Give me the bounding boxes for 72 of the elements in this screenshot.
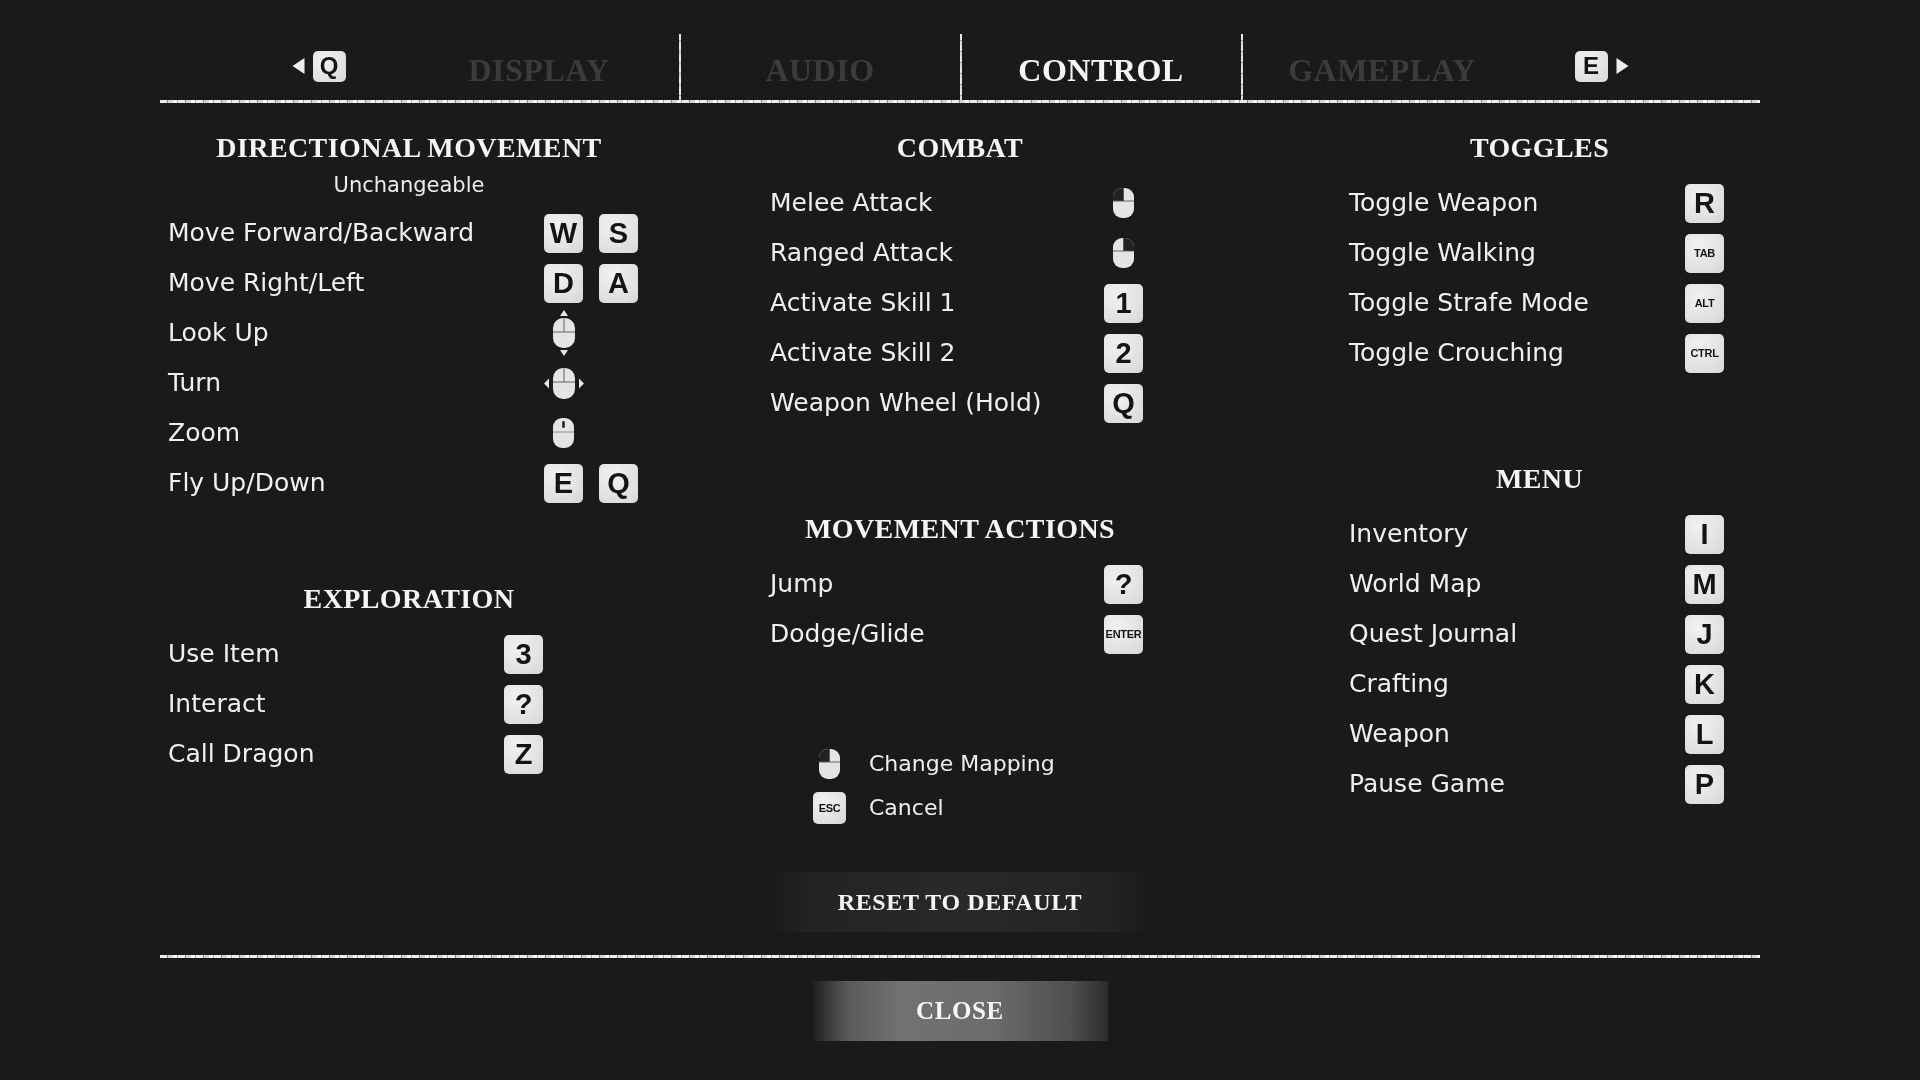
section-heading: TOGGLES <box>1469 131 1610 165</box>
key-cap: K <box>1685 664 1724 704</box>
mouse-right-click-icon <box>1113 238 1134 268</box>
key-cap: Z <box>504 734 543 774</box>
action-label: Zoom <box>168 417 241 449</box>
action-label: Toggle Walking <box>1349 237 1536 269</box>
key-cap: M <box>1685 564 1724 604</box>
legend-text: Cancel <box>869 794 944 822</box>
action-label: Toggle Strafe Mode <box>1349 287 1589 319</box>
action-label: Interact <box>168 688 266 720</box>
action-label: Activate Skill 1 <box>770 287 956 319</box>
key-cap: D <box>544 263 583 303</box>
section-heading: DIRECTIONAL MOVEMENT <box>216 131 602 165</box>
action-label: Ranged Attack <box>770 237 953 269</box>
action-label: World Map <box>1349 568 1482 600</box>
key-cap: A <box>599 263 638 303</box>
key-cap: ALT <box>1685 283 1724 323</box>
mouse-wheel-icon <box>553 418 574 448</box>
key-cap: 1 <box>1104 283 1143 323</box>
action-label: Fly Up/Down <box>168 467 326 499</box>
key-cap: ? <box>1104 564 1143 604</box>
section-subtitle: Unchangeable <box>333 172 485 199</box>
key-cap: Q <box>1104 383 1143 423</box>
action-label: Toggle Crouching <box>1349 337 1564 369</box>
key-cap: ESC <box>813 792 846 824</box>
mouse-left-right-icon <box>543 367 584 399</box>
action-label: Toggle Weapon <box>1349 187 1539 219</box>
key-cap: CTRL <box>1685 333 1724 373</box>
action-label: Quest Journal <box>1349 618 1518 650</box>
action-label: Turn <box>168 367 221 399</box>
action-label: Jump <box>770 568 834 600</box>
action-label: Melee Attack <box>770 187 933 219</box>
action-label: Move Forward/Backward <box>168 217 475 249</box>
key-cap: ? <box>504 684 543 724</box>
mouse-up-down-icon <box>552 310 575 356</box>
action-label: Crafting <box>1349 668 1449 700</box>
action-label: Weapon <box>1349 718 1450 750</box>
action-label: Dodge/Glide <box>770 618 925 650</box>
key-cap: L <box>1685 714 1724 754</box>
key-cap: W <box>544 213 583 253</box>
mouse-left-click-icon <box>819 749 840 779</box>
section-heading: MENU <box>1495 462 1584 496</box>
section-heading: COMBAT <box>896 131 1024 165</box>
key-cap: 3 <box>504 634 543 674</box>
action-label: Inventory <box>1349 518 1469 550</box>
key-cap: P <box>1685 764 1724 804</box>
key-cap: J <box>1685 614 1724 654</box>
key-cap: S <box>599 213 638 253</box>
legend-text: Change Mapping <box>869 750 1055 778</box>
key-cap: Q <box>599 463 638 503</box>
key-cap: E <box>1574 50 1608 82</box>
triangle-right-icon[interactable] <box>1614 58 1630 74</box>
section-heading: MOVEMENT ACTIONS <box>804 512 1115 546</box>
action-label: Pause Game <box>1349 768 1505 800</box>
action-label: Use Item <box>168 638 280 670</box>
triangle-left-icon[interactable] <box>290 58 306 74</box>
section-heading: EXPLORATION <box>303 582 515 616</box>
action-label: Weapon Wheel (Hold) <box>770 387 1042 419</box>
key-cap: R <box>1685 183 1724 223</box>
key-cap: 2 <box>1104 333 1143 373</box>
key-cap: TAB <box>1685 233 1724 273</box>
action-label: Activate Skill 2 <box>770 337 956 369</box>
key-cap: ENTER <box>1104 614 1143 654</box>
action-label: Move Right/Left <box>168 267 365 299</box>
action-label: Call Dragon <box>168 738 315 770</box>
key-cap: Q <box>312 50 346 82</box>
close-button[interactable]: CLOSE <box>812 981 1108 1041</box>
key-cap: E <box>544 463 583 503</box>
tab[interactable]: CONTROL <box>961 34 1241 100</box>
mouse-left-click-icon <box>1113 188 1134 218</box>
action-label: Look Up <box>168 317 269 349</box>
key-cap: I <box>1685 514 1724 554</box>
